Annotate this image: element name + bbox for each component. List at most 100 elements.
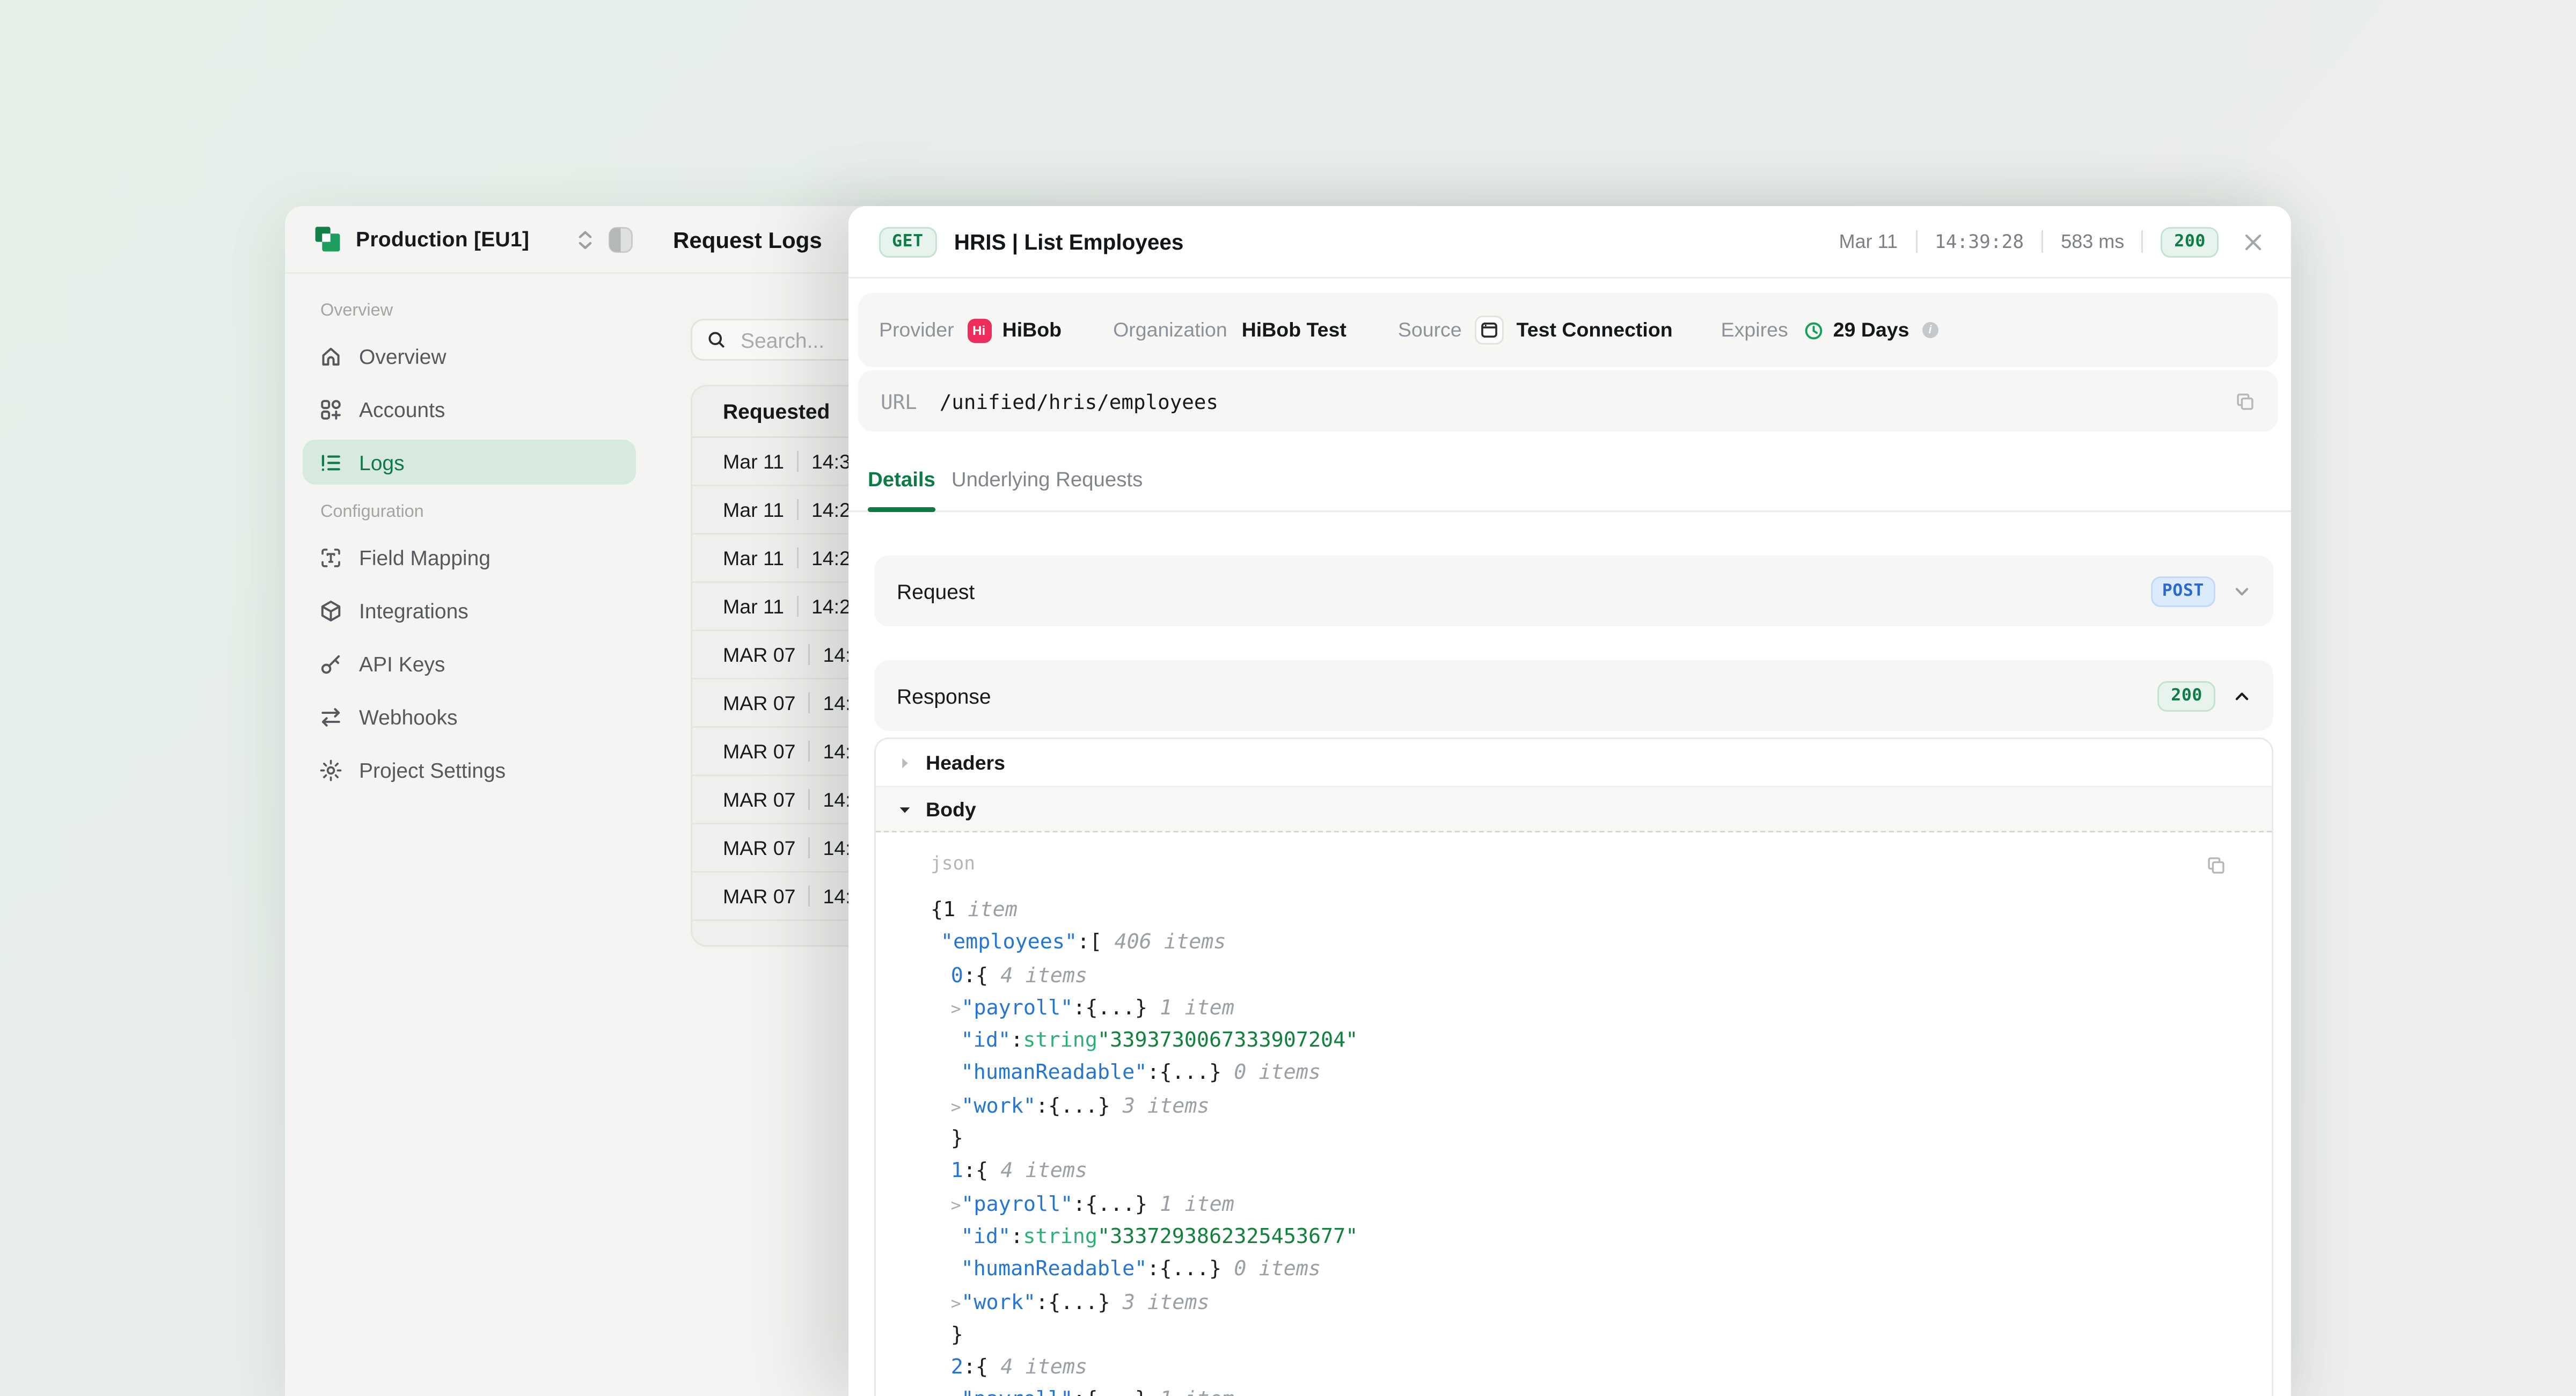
divider (808, 886, 810, 907)
json-token: : (1011, 1225, 1023, 1249)
triangle-down-icon (897, 801, 913, 817)
json-token: :{ (963, 1160, 988, 1184)
copy-url-icon[interactable] (2235, 391, 2256, 412)
json-token: :{...} (1036, 1291, 1110, 1315)
sidebar-item-label: API Keys (359, 652, 445, 676)
headers-toggle[interactable]: Headers (876, 739, 2272, 787)
divider (808, 789, 810, 810)
json-line: "humanReadable":{...} 0 items (931, 1058, 2223, 1091)
divider (797, 547, 799, 568)
response-section[interactable]: Response 200 (874, 660, 2273, 731)
json-token: :[ (1077, 931, 1102, 955)
json-token: 2 (951, 1356, 963, 1380)
sidebar-item-label: Accounts (359, 397, 445, 421)
chevron-down-icon[interactable] (2233, 582, 2251, 600)
sidebar-item-webhooks[interactable]: Webhooks (303, 694, 636, 739)
gear-icon (319, 758, 343, 782)
json-token: "id" (961, 1029, 1011, 1054)
tab-details[interactable]: Details (868, 467, 935, 512)
request-section[interactable]: Request POST (874, 556, 2273, 626)
json-token: 4 items (988, 1160, 1087, 1184)
json-line: {1 item (931, 895, 2223, 928)
panel-title: HRIS | List Employees (954, 230, 1184, 254)
meta-date: Mar 11 (1839, 230, 1898, 253)
json-expand-icon[interactable]: > (951, 1385, 962, 1396)
body-toggle[interactable]: Body (876, 787, 2272, 832)
sidebar-item-logs[interactable]: Logs (303, 440, 636, 485)
provider-value: HiBob (1002, 319, 1062, 341)
tab-underlying-requests[interactable]: Underlying Requests (952, 467, 1143, 512)
sidebar-collapse-icon[interactable] (609, 226, 633, 252)
json-token: string (1023, 1225, 1097, 1249)
divider (1915, 230, 1917, 253)
chevron-up-icon[interactable] (2233, 687, 2251, 705)
project-selector[interactable]: Production [EU1] (285, 206, 654, 274)
sidebar-item-integrations[interactable]: Integrations (303, 588, 636, 633)
json-token: 3 items (1110, 1094, 1210, 1119)
json-viewer: json {1 item"employees":[ 406 items0:{ 4… (876, 832, 2272, 1396)
project-switcher-icon[interactable] (576, 228, 594, 251)
json-line: } (931, 1320, 2223, 1353)
log-date: Mar 11 (723, 450, 784, 473)
json-line: "id":string"3393730067333907204" (931, 1026, 2223, 1059)
json-token: "work" (961, 1291, 1036, 1315)
organization-value: HiBob Test (1242, 319, 1346, 341)
sidebar-item-label: Field Mapping (359, 545, 491, 569)
json-token: 1 item (1147, 1388, 1234, 1396)
home-icon (319, 344, 343, 368)
response-body-card: Headers Body json {1 item"employees":[ 4… (874, 737, 2273, 1396)
sidebar-item-field-mapping[interactable]: Field Mapping (303, 535, 636, 580)
source-label: Source (1398, 319, 1462, 341)
json-token: 0 items (1221, 1062, 1321, 1086)
webhooks-icon (319, 705, 343, 729)
json-token: "payroll" (961, 1193, 1073, 1217)
sidebar-item-api-keys[interactable]: API Keys (303, 641, 636, 686)
json-expand-icon[interactable]: > (951, 993, 962, 1026)
json-token: "payroll" (961, 997, 1073, 1021)
sidebar-item-accounts[interactable]: Accounts (303, 386, 636, 432)
json-line: "humanReadable":{...} 0 items (931, 1255, 2223, 1288)
json-line: >"payroll":{...} 1 item (931, 1385, 2223, 1396)
panel-meta: Mar 11 14:39:28 583 ms 200 (1839, 226, 2219, 257)
close-icon[interactable] (2243, 231, 2264, 252)
url-bar: URL /unified/hris/employees (858, 370, 2278, 432)
response-label: Response (897, 684, 991, 708)
body-label: Body (926, 798, 976, 821)
divider (808, 837, 810, 858)
key-icon (319, 652, 343, 676)
sidebar-item-project-settings[interactable]: Project Settings (303, 747, 636, 792)
json-expand-icon[interactable]: > (951, 1288, 962, 1320)
json-line: 1:{ 4 items (931, 1157, 2223, 1189)
json-expand-icon[interactable]: > (951, 1091, 962, 1124)
json-token: 4 items (988, 964, 1087, 988)
json-token: :{...} (1036, 1094, 1110, 1119)
app-window-icon (1475, 316, 1504, 345)
json-token: 4 items (988, 1356, 1087, 1380)
json-expand-icon[interactable]: > (951, 1189, 962, 1222)
json-token: string (1023, 1029, 1097, 1054)
panel-tabs: Details Underlying Requests (848, 454, 2291, 512)
json-line: "id":string"3337293862325453677" (931, 1222, 2223, 1255)
copy-json-icon[interactable] (2206, 855, 2227, 876)
json-token: :{...} (1073, 1388, 1147, 1396)
log-date: MAR 07 (723, 692, 795, 714)
divider (797, 499, 799, 520)
divider (808, 692, 810, 713)
panel-header: GET HRIS | List Employees Mar 11 14:39:2… (848, 206, 2291, 279)
triangle-right-icon (897, 755, 913, 771)
sidebar-item-overview[interactable]: Overview (303, 333, 636, 378)
nav-section-configuration: Configuration (320, 501, 636, 525)
sidebar: Production [EU1] Overview (285, 206, 655, 1396)
info-icon[interactable]: i (1922, 322, 1938, 338)
log-detail-panel: GET HRIS | List Employees Mar 11 14:39:2… (848, 206, 2291, 1396)
log-date: MAR 07 (723, 837, 795, 859)
request-method-badge: POST (2151, 576, 2215, 606)
json-token: :{ (963, 964, 988, 988)
json-token: "work" (961, 1094, 1036, 1119)
json-line: 2:{ 4 items (931, 1353, 2223, 1385)
search-icon (707, 330, 726, 349)
method-badge: GET (879, 226, 936, 257)
log-date: Mar 11 (723, 595, 784, 618)
organization-label: Organization (1113, 319, 1227, 341)
logs-icon (319, 450, 343, 474)
